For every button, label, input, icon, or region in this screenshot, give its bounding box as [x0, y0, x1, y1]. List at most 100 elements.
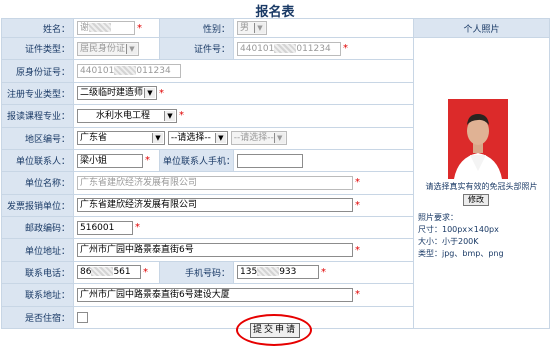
contact-value: 梁小姐: [80, 155, 108, 166]
course-select[interactable]: 水利水电工程 ▼: [77, 108, 177, 123]
org-address-input[interactable]: 广州市广园中路景泰直街6号: [77, 243, 353, 258]
invoice-value: 广东省建欣经济发展有限公司: [80, 200, 198, 211]
postcode-value: 516001: [80, 222, 115, 233]
photo-req-title: 照片要求：: [418, 213, 458, 222]
chevron-down-icon: ▼: [164, 110, 175, 121]
orig-id-input[interactable]: 440101 011234: [77, 64, 181, 79]
gender-label: 性别：: [159, 18, 234, 38]
contact-address-cell: 广州市广园中路景泰直街6号建设大厦 *: [73, 283, 414, 307]
major-type-select[interactable]: 二级临时建造师 ▼: [77, 86, 157, 101]
gender-value: 男: [240, 23, 250, 33]
photo-header: 个人照片: [413, 18, 550, 38]
applicant-photo: [448, 99, 508, 179]
photo-req-size: 尺寸：100px×140px: [418, 225, 499, 234]
required-mark: *: [355, 177, 360, 189]
province-select[interactable]: 广东省 ▼: [77, 131, 165, 146]
modify-photo-button[interactable]: 修改: [463, 194, 489, 206]
orig-id-cell: 440101 011234: [73, 59, 414, 83]
region-cell: 广东省 ▼ --请选择-- ▼ --请选择-- ▼: [73, 126, 414, 150]
photo-panel: 请选择真实有效的免冠头部照片 修改 照片要求： 尺寸：100px×140px 大…: [413, 37, 550, 329]
contact-phone-label: 单位联系人手机：: [159, 148, 234, 173]
mobile-label: 手机号码：: [159, 260, 234, 285]
org-name-value: 广东省建欣经济发展有限公司: [80, 177, 198, 188]
mobile-input[interactable]: 135 933: [237, 265, 319, 280]
chevron-down-icon: ▼: [126, 43, 137, 54]
course-label: 报读课程专业：: [1, 104, 74, 128]
tel-suffix: 561: [113, 267, 131, 278]
postcode-cell: 516001 *: [73, 215, 414, 240]
photo-requirements: 照片要求： 尺寸：100px×140px 大小：小于200K 类型：jpg、bm…: [418, 212, 504, 260]
id-type-cell: 居民身份证 ▼: [73, 36, 160, 61]
orig-id-label: 原身份证号：: [1, 59, 74, 83]
name-input[interactable]: 谢: [77, 21, 135, 35]
contact-address-input[interactable]: 广州市广园中路景泰直街6号建设大厦: [77, 287, 353, 302]
chevron-down-icon: ▼: [214, 133, 226, 144]
contact-label: 单位联系人：: [1, 148, 74, 173]
required-mark: *: [145, 155, 150, 167]
province-value: 广东省: [80, 133, 108, 144]
invoice-cell: 广东省建欣经济发展有限公司 *: [73, 193, 414, 218]
orig-id-redaction: [114, 66, 137, 76]
orig-id-prefix: 440101: [80, 66, 115, 77]
postcode-input[interactable]: 516001: [77, 220, 133, 235]
id-number-redaction: [274, 43, 297, 53]
required-mark: *: [143, 266, 148, 278]
id-type-select[interactable]: 居民身份证 ▼: [77, 41, 139, 56]
lodging-checkbox[interactable]: [77, 311, 88, 323]
city-select[interactable]: --请选择-- ▼: [167, 131, 228, 146]
course-cell: 水利水电工程 ▼ *: [73, 104, 414, 128]
district-select[interactable]: --请选择-- ▼: [230, 131, 287, 146]
required-mark: *: [137, 22, 142, 34]
chevron-down-icon: ▼: [152, 133, 163, 144]
tel-input[interactable]: 86 561: [77, 265, 141, 280]
photo-req-type: 类型：jpg、bmp、png: [418, 249, 504, 258]
photo-hint: 请选择真实有效的免冠头部照片: [425, 182, 538, 191]
gender-select[interactable]: 男 ▼: [237, 21, 267, 35]
mobile-prefix: 135: [240, 267, 258, 278]
required-mark: *: [159, 87, 164, 99]
major-type-value: 二级临时建造师: [80, 88, 144, 99]
id-number-prefix: 440101: [240, 43, 275, 54]
id-number-cell: 440101 011234 *: [233, 36, 414, 61]
row-id: 证件类型： 居民身份证 ▼ 证件号： 440101 011234 * 请选择真实…: [1, 36, 550, 329]
submit-highlight: 提交申请: [236, 314, 312, 346]
org-name-cell: 广东省建欣经济发展有限公司 *: [73, 171, 414, 195]
mobile-redaction: [257, 267, 280, 277]
org-address-cell: 广州市广园中路景泰直街6号 *: [73, 238, 414, 262]
tel-label: 联系电话：: [1, 260, 74, 285]
tel-redaction: [91, 267, 114, 277]
required-mark: *: [135, 222, 140, 234]
required-mark: *: [179, 110, 184, 122]
course-value: 水利水电工程: [96, 110, 151, 121]
id-number-suffix: 011234: [296, 43, 331, 54]
id-type-value: 居民身份证: [80, 43, 126, 54]
submit-button[interactable]: 提交申请: [250, 323, 300, 338]
org-name-input[interactable]: 广东省建欣经济发展有限公司: [77, 175, 353, 190]
contact-address-label: 联系地址：: [1, 283, 74, 307]
name-value: 谢: [80, 23, 90, 33]
contact-address-value: 广州市广园中路景泰直街6号建设大厦: [80, 289, 230, 300]
id-number-label: 证件号：: [159, 36, 234, 61]
chevron-down-icon: ▼: [144, 88, 155, 99]
contact-phone-input[interactable]: [237, 153, 303, 168]
major-type-cell: 二级临时建造师 ▼ *: [73, 81, 414, 106]
id-number-input[interactable]: 440101 011234: [237, 41, 341, 56]
org-address-value: 广州市广园中路景泰直街6号: [80, 245, 194, 256]
photo-wrap: 请选择真实有效的免冠头部照片 修改 照片要求： 尺寸：100px×140px 大…: [415, 39, 549, 328]
contact-phone-cell: [233, 148, 414, 173]
mobile-suffix: 933: [279, 267, 297, 278]
chevron-down-icon: ▼: [273, 133, 285, 144]
mobile-cell: 135 933 *: [233, 260, 414, 285]
city-value: --请选择--: [170, 133, 211, 144]
gender-cell: 男 ▼: [233, 18, 414, 38]
row-name: 姓名： 谢 * 性别： 男 ▼ 个人照片: [1, 18, 550, 38]
org-address-label: 单位地址：: [1, 238, 74, 262]
contact-cell: 梁小姐 *: [73, 148, 160, 173]
chevron-down-icon: ▼: [254, 23, 265, 33]
invoice-input[interactable]: 广东省建欣经济发展有限公司: [77, 198, 353, 213]
tel-prefix: 86: [80, 267, 92, 278]
required-mark: *: [355, 199, 360, 211]
contact-input[interactable]: 梁小姐: [77, 153, 143, 168]
required-mark: *: [321, 266, 326, 278]
required-mark: *: [355, 289, 360, 301]
